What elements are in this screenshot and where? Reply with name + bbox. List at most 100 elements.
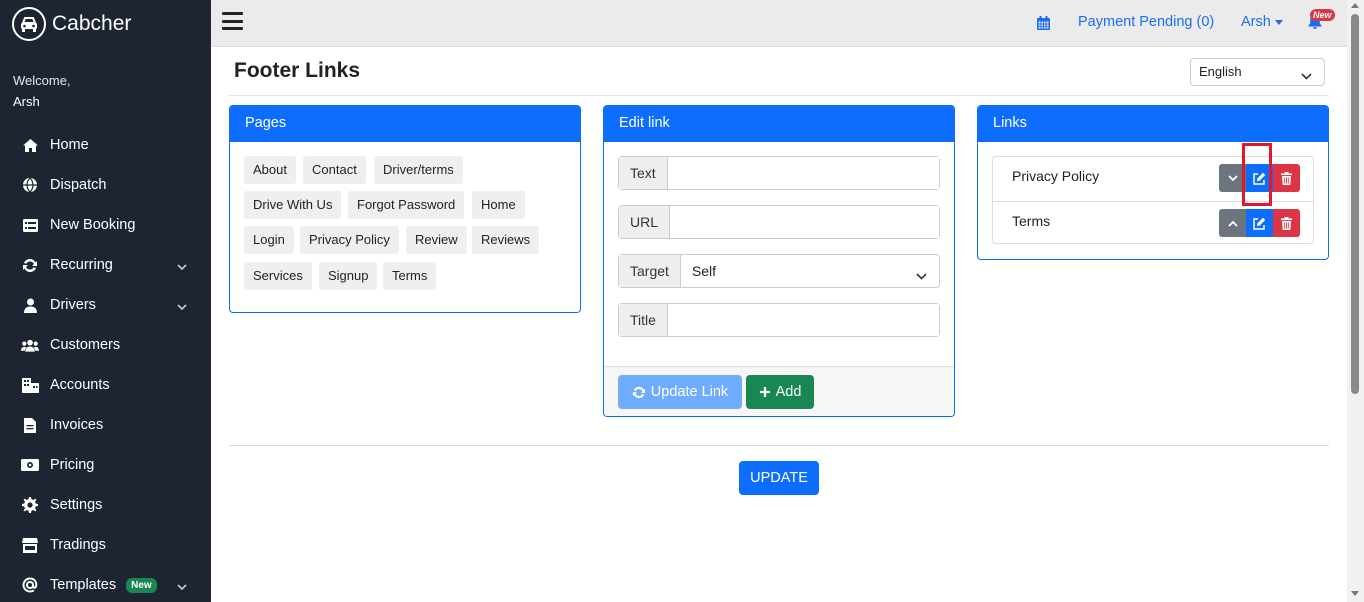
page-chip-home[interactable]: Home — [472, 191, 525, 219]
sidebar-item-label: New Booking — [50, 217, 136, 233]
url-input[interactable] — [670, 206, 939, 238]
page-chip-reviews[interactable]: Reviews — [472, 226, 540, 254]
move-up-button[interactable] — [1219, 209, 1246, 237]
app: Cabcher Welcome, Arsh Home Dispatch New … — [0, 0, 1364, 602]
sidebar-item-recurring[interactable]: Recurring — [0, 245, 211, 285]
links-list: Privacy Policy Terms — [992, 156, 1314, 244]
add-link-button[interactable]: Add — [746, 375, 814, 409]
sidebar-item-customers[interactable]: Customers — [0, 325, 211, 365]
sidebar-item-label: Customers — [50, 337, 121, 353]
sidebar-item-pricing[interactable]: Pricing — [0, 445, 211, 485]
list-icon — [21, 216, 39, 234]
delete-link-button[interactable] — [1273, 164, 1300, 192]
text-input[interactable] — [667, 157, 939, 189]
welcome-text: Welcome, — [13, 73, 71, 88]
link-row: Terms — [993, 201, 1313, 245]
sidebar-item-settings[interactable]: Settings — [0, 485, 211, 525]
edit-link-card-footer: Update Link Add — [604, 366, 954, 416]
sidebar-item-invoices[interactable]: Invoices — [0, 405, 211, 445]
money-icon — [21, 456, 39, 474]
sync-icon — [632, 386, 646, 399]
language-select[interactable]: English — [1190, 58, 1325, 86]
page-chip-forgot-password[interactable]: Forgot Password — [348, 191, 465, 219]
chevron-down-icon — [916, 267, 927, 283]
user-menu[interactable]: Arsh — [1241, 14, 1283, 30]
chevron-down-icon — [177, 579, 187, 595]
chevron-down-icon — [177, 259, 187, 275]
edit-link-button[interactable] — [1246, 164, 1273, 192]
new-badge: New — [126, 577, 157, 593]
links-card: Links Privacy Policy Terms — [977, 105, 1329, 260]
edit-link-card: Edit link Text URL Target Self Title Upd… — [603, 105, 955, 417]
taxi-logo-icon — [12, 7, 46, 41]
calendar-icon[interactable] — [1037, 16, 1050, 35]
sidebar-item-drivers[interactable]: Drivers — [0, 285, 211, 325]
edit-icon — [1253, 217, 1266, 230]
title-input[interactable] — [667, 304, 939, 336]
target-field-label: Target — [619, 255, 681, 287]
page-chip-privacy-policy[interactable]: Privacy Policy — [300, 226, 399, 254]
sidebar-item-label: Settings — [50, 497, 103, 513]
update-link-button-label: Update Link — [650, 384, 729, 400]
page-chip-services[interactable]: Services — [244, 262, 312, 290]
users-icon — [21, 336, 39, 354]
move-down-button[interactable] — [1219, 164, 1246, 192]
url-field: URL — [618, 205, 940, 239]
edit-link-card-title: Edit link — [604, 106, 954, 142]
sidebar-item-home[interactable]: Home — [0, 125, 211, 165]
text-field: Text — [618, 156, 940, 190]
sidebar: Cabcher Welcome, Arsh Home Dispatch New … — [0, 0, 211, 602]
page-chip-driver-terms[interactable]: Driver/terms — [374, 156, 463, 184]
page-chip-about[interactable]: About — [244, 156, 296, 184]
sidebar-item-label: Invoices — [50, 417, 104, 433]
page-chip-drive-with-us[interactable]: Drive With Us — [244, 191, 342, 219]
delete-link-button[interactable] — [1273, 209, 1300, 237]
home-icon — [21, 136, 39, 154]
brand-name: Cabcher — [52, 12, 132, 35]
trash-icon — [1281, 216, 1292, 230]
sidebar-item-new-booking[interactable]: New Booking — [0, 205, 211, 245]
page-title: Footer Links — [234, 59, 361, 82]
text-field-label: Text — [619, 157, 668, 189]
chevron-down-icon — [177, 299, 187, 315]
page-chip-review[interactable]: Review — [406, 226, 467, 254]
scrollbar-thumb[interactable] — [1351, 14, 1359, 394]
sidebar-item-label: Pricing — [50, 457, 95, 473]
url-field-label: URL — [619, 206, 671, 238]
sidebar-item-tradings[interactable]: Tradings — [0, 525, 211, 565]
page-chip-contact[interactable]: Contact — [303, 156, 366, 184]
sidebar-item-label: Home — [50, 137, 89, 153]
store-icon — [21, 536, 39, 554]
page-chip-signup[interactable]: Signup — [319, 262, 378, 290]
file-icon — [21, 416, 39, 434]
pages-card-title: Pages — [230, 106, 580, 142]
chevron-up-icon — [1227, 220, 1238, 227]
update-link-button[interactable]: Update Link — [618, 375, 742, 409]
links-card-title: Links — [978, 106, 1328, 142]
link-text: Privacy Policy — [1012, 168, 1100, 184]
target-field: Target Self — [618, 254, 940, 288]
edit-link-button[interactable] — [1246, 209, 1273, 237]
add-link-button-label: Add — [775, 384, 802, 400]
user-icon — [21, 296, 39, 314]
update-button[interactable]: UPDATE — [739, 461, 819, 495]
caret-down-icon — [1274, 19, 1283, 25]
sidebar-item-accounts[interactable]: Accounts — [0, 365, 211, 405]
sidebar-nav: Home Dispatch New Booking Recurring Driv… — [0, 125, 211, 602]
scroll-up-arrow-icon[interactable] — [1351, 3, 1359, 8]
sidebar-item-label: Drivers — [50, 297, 96, 313]
menu-toggle-icon[interactable] — [222, 12, 243, 30]
sidebar-item-label: Templates — [50, 577, 117, 593]
language-select-value: English — [1199, 64, 1242, 79]
target-select[interactable]: Self — [681, 255, 939, 287]
sidebar-item-templates[interactable]: Templates New — [0, 565, 211, 602]
payment-pending-link[interactable]: Payment Pending (0) — [1078, 14, 1214, 30]
scroll-down-arrow-icon[interactable] — [1351, 591, 1359, 596]
gear-icon — [21, 496, 39, 514]
brand[interactable]: Cabcher — [12, 6, 131, 42]
divider — [229, 445, 1329, 446]
page-chip-login[interactable]: Login — [244, 226, 294, 254]
sidebar-item-dispatch[interactable]: Dispatch — [0, 165, 211, 205]
page-scrollbar[interactable] — [1347, 0, 1364, 602]
page-chip-terms[interactable]: Terms — [383, 262, 437, 290]
